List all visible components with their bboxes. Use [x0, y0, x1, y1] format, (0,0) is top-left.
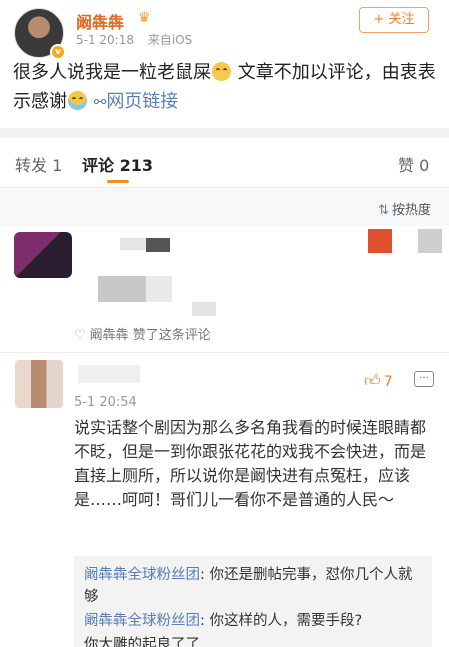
interaction-tabs: 转发 1 评论 213 赞 0 [0, 138, 449, 188]
tears-emoji-icon [68, 91, 87, 110]
liked-by-text: 阚犇犇 赞了这条评论 [89, 328, 211, 343]
like-outline-icon: ♡ [74, 328, 86, 343]
comment-separator [0, 352, 449, 353]
post-body: 很多人说我是一粒老鼠屎 文章不加以评论，由衷表示感谢 ⚯网页链接 [13, 58, 437, 117]
reply-author[interactable]: 阚犇犇全球粉丝团 [84, 567, 200, 583]
tab-repost[interactable]: 转发 1 [15, 152, 62, 176]
post-avatar[interactable]: v [14, 8, 66, 60]
tab-comments[interactable]: 评论 213 [82, 152, 153, 176]
comment2-replies[interactable]: 阚犇犇全球粉丝团: 你还是删帖完事，怼你几个人就够 阚犇犇全球粉丝团: 你这样的… [74, 556, 432, 647]
follow-button[interactable]: + 关注 [359, 7, 429, 33]
comment1-text-blur-1 [98, 276, 146, 302]
laugh-emoji-icon [212, 62, 231, 81]
section-divider [0, 128, 449, 138]
comment2-like-button[interactable]: 👍︎ 7 [364, 371, 393, 391]
comment1-text-blur-2 [146, 276, 172, 302]
tab-likes[interactable]: 赞 0 [398, 152, 429, 176]
sort-icon: ⇅ [378, 203, 389, 218]
comment2-text: 说实话整个剧因为那么多名角我看的时候连眼睛都不眨，但是一到你跟张花花的戏我不会快… [74, 418, 427, 509]
post-username[interactable]: 阚犇犇 [76, 9, 124, 33]
comment1-name-blur-dark [146, 238, 170, 252]
reply-item[interactable]: 阚犇犇全球粉丝团: 你还是删帖完事，怼你几个人就够 [84, 564, 422, 608]
link-icon: ⚯ [93, 93, 107, 111]
reply-text: 你大雕的起良了了 [84, 637, 200, 647]
comment2-time: 5-1 20:54 [74, 395, 137, 410]
author-liked-note: ♡ 阚犇犇 赞了这条评论 [74, 324, 211, 343]
comment1-badge-blur [368, 229, 392, 253]
vip-crown-icon: ♛ [138, 10, 151, 26]
comment2-like-count: 7 [383, 374, 393, 390]
comment1-text-blur-3 [192, 302, 216, 316]
comment1-action-blur [418, 229, 442, 253]
weibo-post: v 阚犇犇 ♛ 5-1 20:18 来自iOS + 关注 很多人说我是一粒老鼠屎… [0, 0, 449, 128]
active-tab-indicator [107, 180, 129, 183]
reply-bubble-icon[interactable]: … [414, 371, 434, 387]
comment2-name-blur [78, 365, 140, 383]
sort-label: 按热度 [391, 203, 431, 218]
post-meta: 5-1 20:18 来自iOS [76, 31, 192, 48]
comment2-avatar[interactable] [15, 360, 63, 408]
post-source: 来自iOS [147, 33, 193, 47]
sort-by-hotness[interactable]: ⇅ 按热度 [378, 199, 431, 218]
reply-text: : 你这样的人，需要手段? [200, 613, 363, 629]
web-link[interactable]: 网页链接 [106, 91, 178, 112]
sort-bar: ⇅ 按热度 [0, 188, 449, 226]
reply-item[interactable]: 你大雕的起良了了 [84, 634, 422, 647]
comment1-avatar[interactable] [14, 232, 72, 278]
thumbs-up-icon: 👍︎ [364, 371, 381, 390]
reply-item[interactable]: 阚犇犇全球粉丝团: 你这样的人，需要手段? [84, 610, 422, 632]
reply-author[interactable]: 阚犇犇全球粉丝团 [84, 613, 200, 629]
post-time: 5-1 20:18 [76, 33, 134, 47]
post-text-part1: 很多人说我是一粒老鼠屎 [13, 62, 211, 83]
